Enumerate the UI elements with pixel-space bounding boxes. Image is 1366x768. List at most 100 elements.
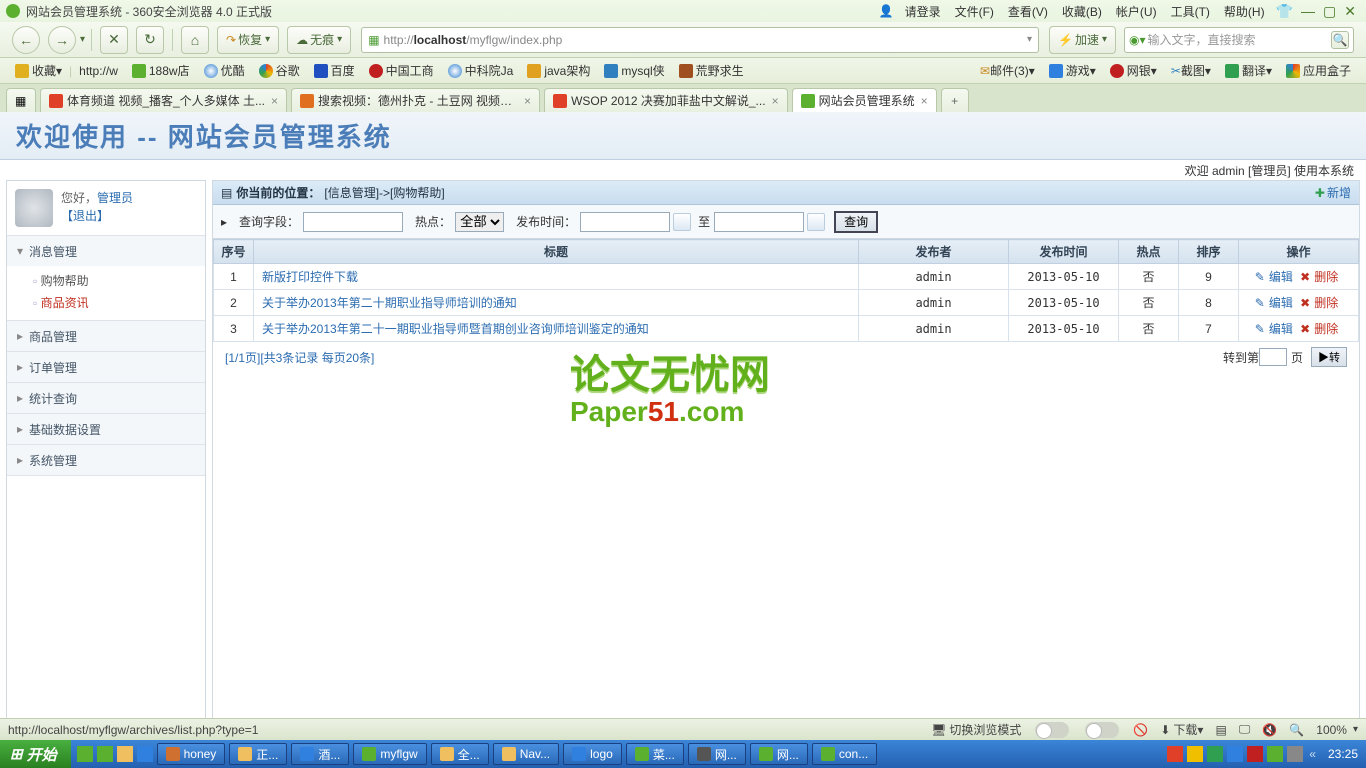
tray-icon-1[interactable] [1167,746,1183,762]
bm-game[interactable]: 游戏 ▾ [1049,62,1096,79]
clock[interactable]: 23:25 [1320,747,1366,761]
taskbar-item[interactable]: con... [812,743,877,765]
bm-screenshot[interactable]: ✂截图 ▾ [1171,62,1211,79]
bm-baidu[interactable]: 百度 [314,62,355,79]
shirt-icon[interactable]: 👕 [1276,3,1293,20]
close-button[interactable]: ✕ [1344,3,1356,20]
tab-0[interactable]: 体育频道 视频_播客_个人多媒体 土...× [40,88,287,112]
tray-icon-4[interactable] [1227,746,1243,762]
quicklaunch-icon[interactable] [77,746,93,762]
close-icon[interactable]: × [524,94,531,108]
back-button[interactable]: ← [12,26,40,54]
date-to-input[interactable] [714,212,804,232]
pager-page-input[interactable] [1259,348,1287,366]
quicklaunch-icon[interactable] [97,746,113,762]
toggle-2[interactable] [1083,722,1121,738]
sidebar-group-messages[interactable]: 消息管理 [7,236,205,266]
search-button[interactable]: 🔍 [1331,31,1349,49]
close-icon[interactable]: × [772,94,779,108]
download-button[interactable]: ⬇下载 ▾ [1160,721,1203,738]
zoom-level[interactable]: 100% [1316,723,1347,737]
tray-icon-6[interactable] [1267,746,1283,762]
bm-bank[interactable]: 网银 ▾ [1110,62,1157,79]
tab-home[interactable]: ▦ [6,88,36,112]
mute-icon[interactable]: 🔇 [1262,723,1277,737]
accelerate-button[interactable]: ⚡加速 ▾ [1049,26,1116,54]
reload-button[interactable]: ↻ [136,26,164,54]
tray-icon-7[interactable] [1287,746,1303,762]
menu-account[interactable]: 帐户(U) [1116,3,1157,20]
quicklaunch-icon[interactable] [117,746,133,762]
close-icon[interactable]: × [921,94,928,108]
taskbar-item[interactable]: honey [157,743,226,765]
delete-link[interactable]: 删除 [1314,322,1338,336]
bm-java[interactable]: java架构 [527,62,590,79]
tab-1[interactable]: 搜索视频：德州扑克 - 土豆网 视频搜...× [291,88,540,112]
block-icon[interactable]: 🚫 [1133,723,1148,737]
bm-icbc[interactable]: 中国工商 [369,62,434,79]
search-engine-icon[interactable]: ◉▾ [1129,33,1146,47]
taskbar-item[interactable]: 网... [688,743,746,765]
taskbar-item[interactable]: myflgw [353,743,426,765]
taskbar-item[interactable]: 酒... [291,743,349,765]
delete-link[interactable]: 删除 [1314,296,1338,310]
taskbar-item[interactable]: 全... [431,743,489,765]
taskbar-item[interactable]: 菜... [626,743,684,765]
new-tab-button[interactable]: + [941,88,969,112]
minimize-button[interactable]: — [1301,3,1315,19]
menu-tools[interactable]: 工具(T) [1171,3,1210,20]
sb-icon-1[interactable]: ▤ [1215,723,1226,737]
taskbar-item[interactable]: 网... [750,743,808,765]
toggle-1[interactable] [1033,722,1071,738]
bm-mail[interactable]: ✉邮件(3) ▾ [980,62,1035,79]
row-title-link[interactable]: 关于举办2013年第二十期职业指导师培训的通知 [262,296,517,310]
tray-icon-3[interactable] [1207,746,1223,762]
bm-translate[interactable]: 翻译 ▾ [1225,62,1272,79]
bm-188w[interactable]: 188w店 [132,62,190,79]
nav-dropdown-icon[interactable]: ▾ [80,34,85,45]
menu-file[interactable]: 文件(F) [955,3,994,20]
sidebar-item-shopping-help[interactable]: 购物帮助 [33,270,205,292]
sidebar-group-system[interactable]: 系统管理 [7,445,205,475]
bm-wild[interactable]: 荒野求生 [679,62,744,79]
maximize-button[interactable]: ▢ [1323,3,1336,20]
zoom-icon[interactable]: 🔍 [1289,723,1304,737]
bm-youku[interactable]: 优酷 [204,62,245,79]
tab-2[interactable]: WSOP 2012 决赛加菲盐中文解说_...× [544,88,788,112]
login-prompt[interactable]: 请登录 [905,3,941,20]
search-bar[interactable]: ◉▾ 输入文字，直接搜索 🔍 [1124,27,1354,53]
row-title-link[interactable]: 新版打印控件下载 [262,270,358,284]
start-button[interactable]: ⊞开始 [0,740,71,768]
calendar-icon[interactable] [673,213,691,231]
sidebar-item-product-news[interactable]: 商品资讯 [33,292,205,314]
sidebar-group-orders[interactable]: 订单管理 [7,352,205,382]
notrace-button[interactable]: ☁无痕 ▾ [287,26,351,54]
date-from-input[interactable] [580,212,670,232]
row-title-link[interactable]: 关于举办2013年第二十一期职业指导师暨首期创业咨询师培训鉴定的通知 [262,322,649,336]
sidebar-group-stats[interactable]: 统计查询 [7,383,205,413]
favorites-button[interactable]: 收藏 ▾ [15,62,62,79]
address-bar[interactable]: ▦ http://localhost/myflgw/index.php ▾ [361,27,1039,53]
taskbar-item[interactable]: logo [563,743,622,765]
close-icon[interactable]: × [271,94,278,108]
new-button[interactable]: 新增 [1327,184,1351,201]
edit-link[interactable]: 编辑 [1269,270,1293,284]
calendar-icon[interactable] [807,213,825,231]
bm-google[interactable]: 谷歌 [259,62,300,79]
logout-link[interactable]: 【退出】 [61,209,109,223]
tab-3[interactable]: 网站会员管理系统× [792,88,937,112]
hot-select[interactable]: 全部 [455,212,504,232]
delete-link[interactable]: 删除 [1314,270,1338,284]
url-dropdown-icon[interactable]: ▾ [1027,34,1032,45]
search-button[interactable]: 查询 [834,211,878,233]
bm-http[interactable]: http://w [79,64,118,78]
bm-appbox[interactable]: 应用盒子 [1286,62,1351,79]
taskbar-item[interactable]: Nav... [493,743,559,765]
bm-mysql[interactable]: mysql侠 [604,62,664,79]
restore-button[interactable]: ↷恢复 ▾ [217,26,279,54]
menu-help[interactable]: 帮助(H) [1224,3,1265,20]
forward-button[interactable]: → [48,26,76,54]
tray-icon-2[interactable] [1187,746,1203,762]
stop-button[interactable]: ✕ [100,26,128,54]
home-button[interactable]: ⌂ [181,26,209,54]
